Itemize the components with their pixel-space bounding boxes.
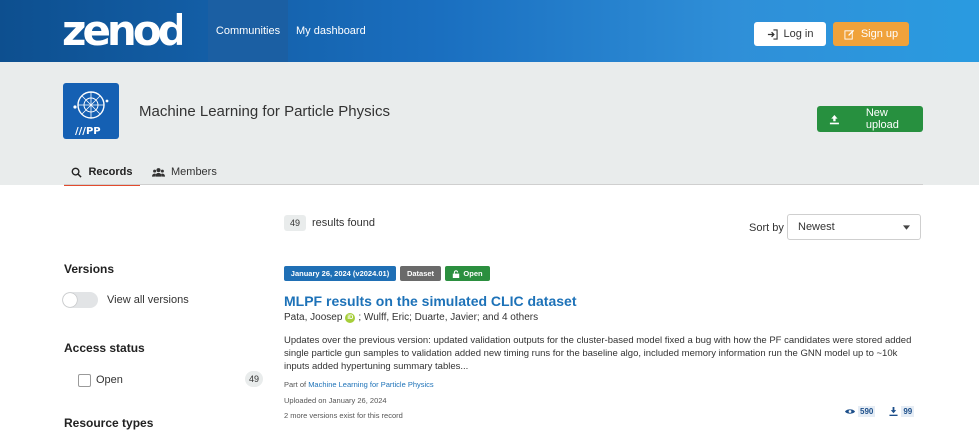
open-access-label: Open (96, 374, 123, 386)
login-button[interactable]: Log in (754, 22, 826, 46)
record-uploaded-date: Uploaded on January 26, 2024 (284, 396, 387, 405)
open-access-checkbox[interactable] (78, 374, 91, 387)
access-status-facet-title: Access status (64, 341, 145, 355)
authors-rest: ; Wulff, Eric; Duarte, Javier; and 4 oth… (358, 312, 539, 323)
search-icon (72, 167, 83, 178)
record-authors: Pata, Joosep iD ; Wulff, Eric; Duarte, J… (284, 312, 538, 323)
new-upload-label: New upload (865, 107, 899, 131)
unlock-icon (453, 269, 460, 278)
users-icon (152, 168, 165, 177)
record-stats: 590 99 (845, 406, 915, 417)
community-logo[interactable]: ///PP (63, 83, 119, 139)
views-count: 590 (858, 406, 876, 417)
eye-icon (845, 409, 855, 414)
record-access-badge: Open (445, 266, 490, 281)
nav-dashboard-link[interactable]: My dashboard (296, 0, 366, 62)
record-description: Updates over the previous version: updat… (284, 335, 912, 372)
svg-text:///PP: ///PP (75, 126, 101, 137)
downloads-stat: 99 (889, 406, 915, 417)
tab-divider (64, 184, 923, 185)
sign-in-icon (767, 28, 778, 40)
tab-members[interactable]: Members (152, 160, 217, 184)
nav-communities-link[interactable]: Communities (208, 0, 288, 62)
record-access-label: Open (463, 269, 483, 278)
particle-detector-icon: ///PP (73, 91, 109, 137)
top-navbar: zenodo Communities My dashboard Log in S… (0, 0, 979, 62)
record-part-of: Part of Machine Learning for Particle Ph… (284, 380, 434, 389)
record-type-badge: Dataset (400, 266, 441, 281)
results-label: results found (312, 217, 375, 229)
versions-facet-title: Versions (64, 262, 115, 276)
login-label: Log in (783, 28, 814, 40)
tab-members-label: Members (171, 166, 217, 178)
part-of-prefix: Part of (284, 380, 307, 389)
community-title: Machine Learning for Particle Physics (139, 103, 390, 120)
zenodo-logo[interactable]: zenodo (62, 7, 182, 51)
signup-button[interactable]: Sign up (833, 22, 909, 46)
edit-icon (844, 29, 854, 40)
views-stat: 590 (845, 406, 876, 417)
resource-types-facet-title: Resource types (64, 416, 154, 430)
svg-text:zenodo: zenodo (62, 7, 182, 51)
view-all-versions-label: View all versions (107, 294, 189, 306)
part-of-community-link[interactable]: Machine Learning for Particle Physics (308, 380, 433, 389)
download-icon (889, 407, 898, 416)
tab-records-label: Records (88, 166, 133, 178)
tab-records[interactable]: Records (64, 160, 140, 186)
caret-down-icon (903, 224, 910, 230)
new-upload-button[interactable]: New upload (817, 106, 923, 132)
sort-dropdown[interactable]: Newest (787, 214, 921, 240)
record-date-badge: January 26, 2024 (v2024.01) (284, 266, 396, 281)
results-summary: 49 results found (284, 215, 375, 231)
author-name[interactable]: Pata, Joosep (284, 312, 342, 323)
orcid-icon[interactable]: iD (345, 312, 356, 323)
record-title-link[interactable]: MLPF results on the simulated CLIC datas… (284, 293, 577, 309)
sort-label: Sort by (749, 222, 784, 234)
record-versions-note: 2 more versions exist for this record (284, 411, 403, 420)
results-count-badge: 49 (284, 215, 307, 231)
upload-icon (829, 114, 839, 124)
toggle-knob (63, 293, 77, 307)
open-access-count: 49 (245, 371, 263, 387)
view-all-versions-toggle[interactable] (62, 292, 98, 308)
downloads-count: 99 (901, 406, 915, 417)
signup-label: Sign up (860, 28, 899, 40)
sort-value: Newest (798, 221, 835, 233)
